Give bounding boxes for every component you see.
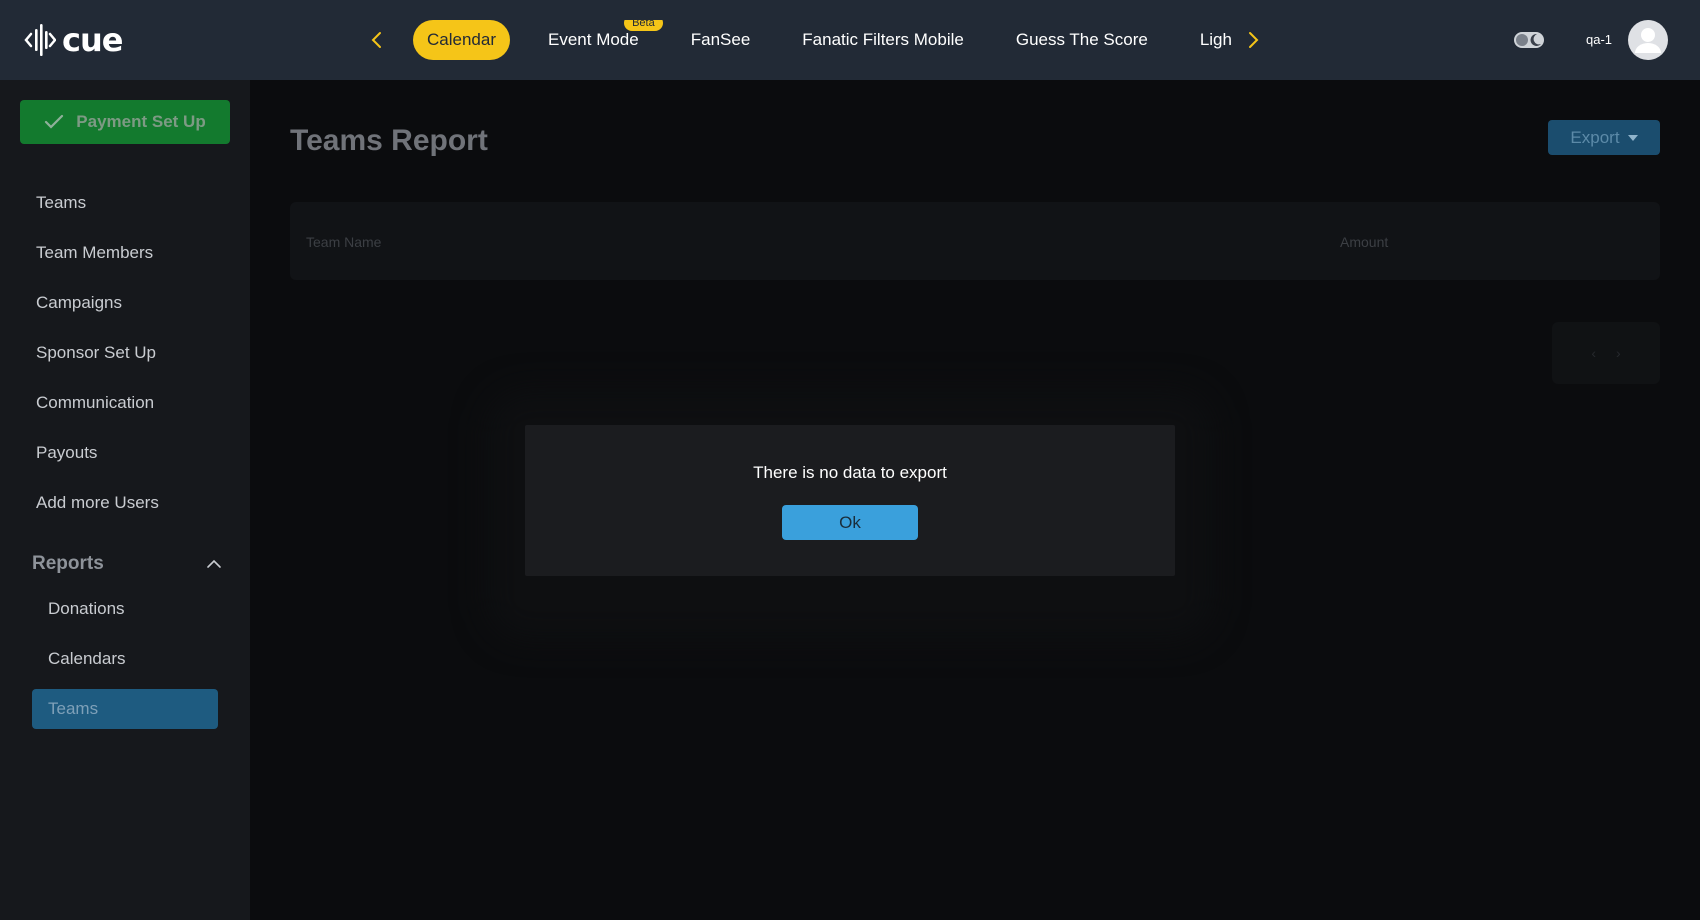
app-logo[interactable]: cue bbox=[24, 21, 123, 59]
tab-fansee[interactable]: FanSee bbox=[677, 20, 765, 60]
sidebar-item-communication[interactable]: Communication bbox=[36, 393, 154, 413]
tab-event-mode[interactable]: Event Mode Beta bbox=[534, 20, 663, 60]
tab-light[interactable]: Light bbox=[1186, 20, 1231, 60]
tab-label: Event Mode bbox=[548, 30, 639, 49]
sidebar-item-add-more-users[interactable]: Add more Users bbox=[36, 493, 159, 513]
reports-label: Reports bbox=[32, 553, 104, 574]
reports-section-toggle[interactable]: Reports bbox=[32, 549, 222, 579]
logo-waveform-icon bbox=[24, 24, 56, 56]
page-title: Teams Report bbox=[290, 124, 488, 157]
next-page-icon[interactable]: › bbox=[1616, 345, 1621, 361]
tab-guess-the-score[interactable]: Guess The Score bbox=[1002, 20, 1162, 60]
sidebar-subitem-calendars[interactable]: Calendars bbox=[48, 649, 126, 669]
payment-setup-button[interactable]: Payment Set Up bbox=[20, 100, 230, 144]
sidebar-subitem-label: Teams bbox=[48, 699, 99, 718]
alert-dialog: There is no data to export Ok bbox=[525, 425, 1175, 576]
export-button[interactable]: Export bbox=[1548, 120, 1660, 155]
caret-down-icon bbox=[1627, 134, 1638, 141]
avatar[interactable] bbox=[1628, 20, 1668, 60]
tab-label: Light bbox=[1199, 30, 1231, 49]
ok-label: Ok bbox=[839, 512, 861, 532]
top-bar: cue Calendar Event Mode Beta FanSee Fana… bbox=[0, 0, 1700, 80]
sidebar-item-payouts[interactable]: Payouts bbox=[36, 443, 97, 463]
tab-label: Fanatic Filters Mobile bbox=[802, 30, 964, 49]
sidebar: Payment Set Up Teams Team Members Campai… bbox=[0, 80, 250, 920]
ok-button[interactable]: Ok bbox=[782, 505, 918, 540]
chevron-left-icon bbox=[371, 32, 381, 48]
payment-setup-label: Payment Set Up bbox=[76, 112, 206, 131]
dialog-message: There is no data to export bbox=[753, 463, 947, 482]
tab-label: Calendar bbox=[427, 30, 496, 49]
tab-fanatic-filters-mobile[interactable]: Fanatic Filters Mobile bbox=[788, 20, 978, 60]
tab-calendar[interactable]: Calendar bbox=[413, 20, 510, 60]
tab-label: Guess The Score bbox=[1015, 30, 1148, 49]
check-icon bbox=[45, 114, 64, 129]
username-label[interactable]: qa-1 bbox=[1586, 32, 1612, 47]
logo-text: cue bbox=[62, 21, 123, 59]
beta-badge: Beta bbox=[624, 20, 663, 31]
sidebar-subitem-donations[interactable]: Donations bbox=[48, 599, 125, 619]
export-label: Export bbox=[1570, 127, 1620, 147]
sidebar-item-sponsor-setup[interactable]: Sponsor Set Up bbox=[36, 343, 156, 363]
column-header-team-name[interactable]: Team Name bbox=[306, 234, 381, 250]
user-avatar-icon bbox=[1635, 28, 1661, 53]
sidebar-subitem-teams[interactable]: Teams bbox=[32, 689, 218, 729]
tab-label: FanSee bbox=[690, 30, 751, 49]
tabs-prev-button[interactable] bbox=[363, 26, 391, 54]
sidebar-item-campaigns[interactable]: Campaigns bbox=[36, 293, 122, 313]
table-header: Team Name Amount bbox=[290, 202, 1660, 280]
top-tabs: Calendar Event Mode Beta FanSee Fanatic … bbox=[413, 20, 1231, 60]
pagination: ‹ › bbox=[1552, 322, 1660, 384]
prev-page-icon[interactable]: ‹ bbox=[1591, 345, 1596, 361]
tabs-next-button[interactable] bbox=[1239, 26, 1267, 54]
theme-toggle-icon[interactable] bbox=[1513, 29, 1545, 51]
chevron-right-icon bbox=[1249, 32, 1259, 48]
chevron-up-icon bbox=[207, 559, 221, 568]
column-header-amount[interactable]: Amount bbox=[1340, 234, 1388, 250]
sidebar-item-team-members[interactable]: Team Members bbox=[36, 243, 153, 263]
sidebar-item-teams[interactable]: Teams bbox=[36, 193, 86, 213]
